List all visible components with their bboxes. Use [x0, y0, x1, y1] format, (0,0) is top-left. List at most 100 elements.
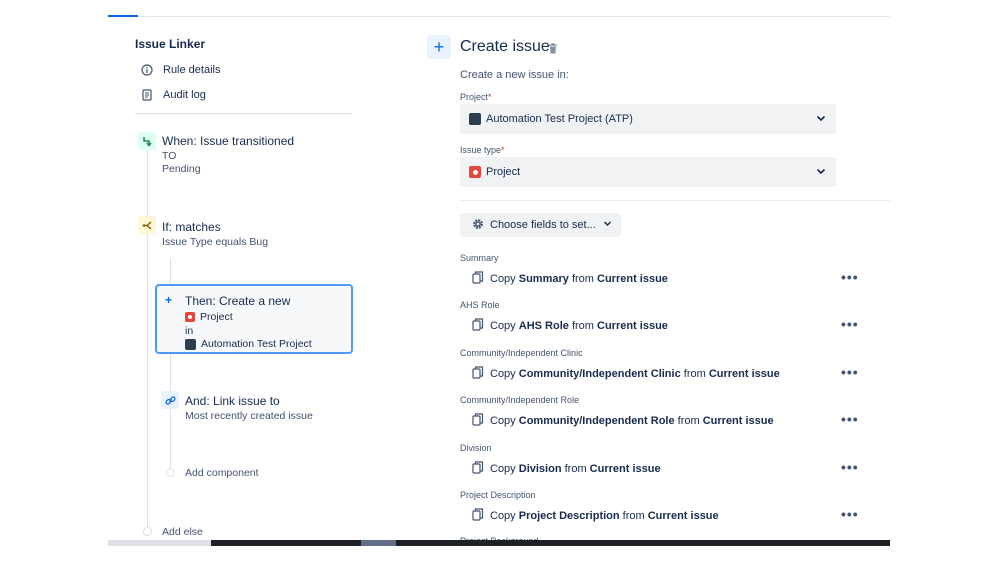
action-type-label: Project [200, 311, 233, 323]
copy-word: Copy [490, 463, 516, 475]
rocket-icon [185, 338, 196, 350]
field-label: Summary [460, 253, 499, 263]
field-copy-row[interactable]: Copy Community/Independent Clinic from C… [472, 366, 780, 382]
from-word: from [677, 415, 700, 427]
field-name: Project Description [518, 510, 620, 522]
field-name: Division [518, 463, 562, 475]
action-issue-type: Project [185, 311, 233, 323]
flow-line [147, 150, 148, 530]
trigger-icon [138, 132, 156, 150]
trash-icon[interactable] [548, 41, 558, 59]
field-name: AHS Role [518, 320, 569, 332]
condition-title[interactable]: If: matches [162, 220, 221, 234]
field-label: AHS Role [460, 300, 500, 310]
source-issue: Current issue [708, 368, 780, 380]
issue-type-select-value: Project [486, 166, 521, 178]
source-issue: Current issue [597, 320, 668, 332]
scrollbar-track [108, 540, 211, 546]
top-divider [108, 16, 890, 17]
document-icon [140, 88, 154, 102]
chevron-down-icon [815, 112, 827, 127]
field-label: Project Description [460, 490, 536, 500]
add-action-icon[interactable]: + [427, 35, 451, 59]
trigger-title[interactable]: When: Issue transitioned [162, 134, 294, 148]
source-issue: Current issue [702, 415, 774, 427]
more-options-icon[interactable]: ••• [841, 506, 859, 522]
field-name: Community/Independent Role [518, 415, 675, 427]
project-select-value: Automation Test Project (ATP) [486, 113, 633, 125]
nav-label: Rule details [163, 64, 221, 76]
copy-icon [472, 271, 484, 287]
source-issue: Current issue [589, 463, 661, 475]
add-component-button[interactable]: Add component [185, 467, 259, 479]
panel-subtitle: Create a new issue in: [460, 69, 569, 81]
from-word: from [622, 510, 645, 522]
nav-label: Audit log [163, 89, 206, 101]
source-issue: Current issue [647, 510, 719, 522]
link-sub: Most recently created issue [185, 410, 313, 422]
from-word: from [564, 463, 587, 475]
link-icon [161, 391, 179, 409]
trigger-to: TO [162, 150, 177, 162]
chevron-down-icon [603, 219, 612, 231]
issue-type-select[interactable]: Project [460, 157, 836, 187]
field-name: Summary [518, 273, 569, 285]
choose-fields-label: Choose fields to set... [490, 219, 596, 231]
condition-icon [138, 216, 156, 234]
horizontal-scrollbar[interactable] [108, 540, 890, 546]
copy-icon [472, 366, 484, 382]
rocket-icon [469, 113, 481, 125]
copy-icon [472, 413, 484, 429]
more-options-icon[interactable]: ••• [841, 411, 859, 427]
chevron-down-icon [815, 165, 827, 180]
action-in: in [185, 325, 194, 337]
project-label: Project* [460, 92, 492, 102]
more-options-icon[interactable]: ••• [841, 316, 859, 332]
choose-fields-button[interactable]: Choose fields to set... [460, 213, 621, 237]
field-label: Division [460, 443, 492, 453]
trigger-status: Pending [162, 163, 201, 175]
more-options-icon[interactable]: ••• [841, 269, 859, 285]
right-divider [460, 200, 890, 201]
add-else-dot [143, 527, 152, 536]
issue-type-label: Issue type* [460, 145, 505, 155]
field-copy-row[interactable]: Copy Community/Independent Role from Cur… [472, 413, 774, 429]
project-type-icon [185, 312, 195, 322]
add-component-dot [166, 468, 175, 477]
copy-icon [472, 318, 484, 334]
field-name: Community/Independent Clinic [518, 368, 681, 380]
scrollbar-thumb[interactable] [361, 540, 396, 546]
field-copy-row[interactable]: Copy Summary from Current issue [472, 271, 668, 287]
from-word: from [571, 320, 594, 332]
add-else-button[interactable]: Add else [162, 526, 203, 538]
field-copy-row[interactable]: Copy Division from Current issue [472, 461, 661, 477]
more-options-icon[interactable]: ••• [841, 459, 859, 475]
action-project: Automation Test Project [185, 338, 312, 350]
field-copy-row[interactable]: Copy AHS Role from Current issue [472, 318, 668, 334]
info-icon [140, 63, 154, 77]
more-options-icon[interactable]: ••• [841, 364, 859, 380]
link-title[interactable]: And: Link issue to [185, 394, 280, 408]
nav-rule-details[interactable]: Rule details [140, 63, 220, 77]
field-label: Community/Independent Clinic [460, 348, 583, 358]
action-card-create-issue[interactable]: + Then: Create a new Project in Automati… [155, 284, 353, 354]
rule-name: Issue Linker [135, 37, 206, 51]
project-type-icon [469, 166, 481, 178]
nav-audit-log[interactable]: Audit log [140, 88, 206, 102]
project-select[interactable]: Automation Test Project (ATP) [460, 104, 836, 134]
from-word: from [683, 368, 706, 380]
active-tab-indicator [108, 15, 138, 17]
plus-icon: + [165, 293, 173, 307]
condition-sub: Issue Type equals Bug [162, 236, 269, 248]
field-label: Community/Independent Role [460, 395, 580, 405]
field-copy-row[interactable]: Copy Project Description from Current is… [472, 508, 719, 524]
action-project-label: Automation Test Project [201, 338, 312, 350]
copy-icon [472, 508, 484, 524]
copy-icon [472, 461, 484, 477]
from-word: from [571, 273, 594, 285]
left-divider [135, 113, 352, 114]
gear-icon [471, 217, 485, 234]
copy-word: Copy [490, 415, 516, 427]
copy-word: Copy [490, 273, 516, 285]
copy-word: Copy [490, 510, 516, 522]
